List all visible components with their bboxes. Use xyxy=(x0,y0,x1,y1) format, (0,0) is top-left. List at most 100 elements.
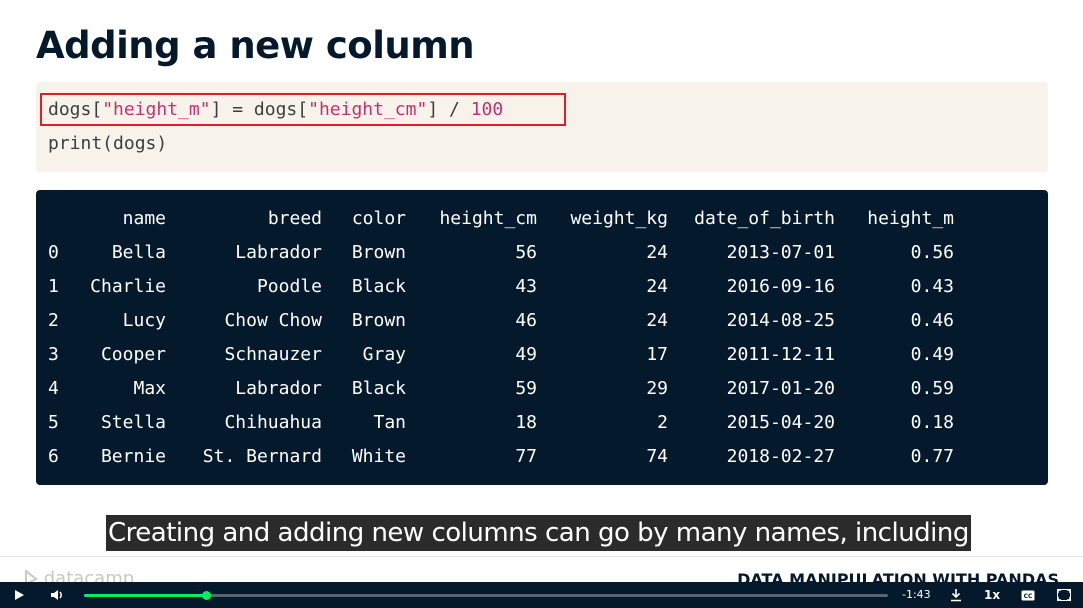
caption-subtitle: Creating and adding new columns can go b… xyxy=(106,515,971,551)
table-row: 0 Bella Labrador Brown 56 24 2013-07-01 … xyxy=(36,236,1048,270)
table-row: 5 Stella Chihuahua Tan 18 2 2015-04-20 0… xyxy=(36,406,1048,440)
cell-color: Tan xyxy=(373,412,406,433)
cell-height-m: 0.59 xyxy=(910,378,954,399)
cell-color: Black xyxy=(351,276,406,297)
cell-height-m: 0.43 xyxy=(910,276,954,297)
code-token: ] / xyxy=(427,99,471,120)
footer-divider xyxy=(0,556,1083,557)
cell-height-cm: 18 xyxy=(515,412,537,433)
code-line-1: dogs["height_m"] = dogs["height_cm"] / 1… xyxy=(48,98,503,122)
code-token: ] = dogs[ xyxy=(210,99,309,120)
cell-breed: Chihuahua xyxy=(224,412,322,433)
cell-weight-kg: 24 xyxy=(646,276,668,297)
cell-breed: St. Bernard xyxy=(202,446,322,467)
download-button[interactable] xyxy=(946,582,966,608)
cell-date-of-birth: 2016-09-16 xyxy=(726,276,835,297)
table-row: 4 Max Labrador Black 59 29 2017-01-20 0.… xyxy=(36,372,1048,406)
cell-color: Brown xyxy=(351,310,406,331)
cell-height-cm: 59 xyxy=(515,378,537,399)
cell-weight-kg: 24 xyxy=(646,242,668,263)
cell-color: White xyxy=(351,446,406,467)
cell-date-of-birth: 2015-04-20 xyxy=(726,412,835,433)
cell-index: 3 xyxy=(48,344,59,365)
cell-height-cm: 77 xyxy=(515,446,537,467)
cell-name: Bernie xyxy=(100,446,166,467)
progress-bar[interactable] xyxy=(84,591,888,600)
progress-handle[interactable] xyxy=(202,591,212,600)
cell-weight-kg: 2 xyxy=(657,412,668,433)
slide-title: Adding a new column xyxy=(36,24,475,67)
output-header-row: name breed color height_cm weight_kg dat… xyxy=(36,202,1048,236)
table-row: 1 Charlie Poodle Black 43 24 2016-09-16 … xyxy=(36,270,1048,304)
cell-index: 2 xyxy=(48,310,59,331)
play-button[interactable] xyxy=(8,582,30,608)
cell-date-of-birth: 2018-02-27 xyxy=(726,446,835,467)
code-token: dogs[ xyxy=(48,99,103,120)
cell-index: 4 xyxy=(48,378,59,399)
header-height-m: height_m xyxy=(867,208,954,229)
cell-name: Max xyxy=(133,378,166,399)
table-row: 3 Cooper Schnauzer Gray 49 17 2011-12-11… xyxy=(36,338,1048,372)
video-player-bar: -1:43 1x CC xyxy=(0,582,1083,608)
cell-color: Black xyxy=(351,378,406,399)
code-block: dogs["height_m"] = dogs["height_cm"] / 1… xyxy=(36,82,1048,172)
cell-date-of-birth: 2013-07-01 xyxy=(726,242,835,263)
cell-height-cm: 56 xyxy=(515,242,537,263)
play-icon xyxy=(15,590,24,600)
cell-breed: Chow Chow xyxy=(224,310,322,331)
cell-index: 0 xyxy=(48,242,59,263)
header-height-cm: height_cm xyxy=(439,208,537,229)
code-string: "height_cm" xyxy=(308,99,428,120)
captions-icon: CC xyxy=(1021,590,1035,600)
volume-button[interactable] xyxy=(46,582,68,608)
header-name: name xyxy=(122,208,166,229)
header-color: color xyxy=(351,208,406,229)
cell-name: Lucy xyxy=(122,310,166,331)
cell-name: Cooper xyxy=(100,344,166,365)
cell-name: Charlie xyxy=(90,276,166,297)
cell-height-m: 0.56 xyxy=(910,242,954,263)
cell-height-m: 0.46 xyxy=(910,310,954,331)
cell-height-cm: 46 xyxy=(515,310,537,331)
cell-weight-kg: 24 xyxy=(646,310,668,331)
code-number: 100 xyxy=(470,99,504,120)
svg-text:CC: CC xyxy=(1024,593,1033,600)
cell-weight-kg: 17 xyxy=(646,344,668,365)
cell-name: Stella xyxy=(100,412,166,433)
slide: Adding a new column dogs["height_m"] = d… xyxy=(0,0,1083,608)
cell-date-of-birth: 2014-08-25 xyxy=(726,310,835,331)
output-block: name breed color height_cm weight_kg dat… xyxy=(36,190,1048,485)
cell-height-m: 0.77 xyxy=(910,446,954,467)
playback-speed-button[interactable]: 1x xyxy=(984,582,1000,608)
cell-color: Gray xyxy=(362,344,406,365)
header-breed: breed xyxy=(267,208,322,229)
cell-breed: Schnauzer xyxy=(224,344,322,365)
progress-fill xyxy=(84,594,207,597)
cell-weight-kg: 29 xyxy=(646,378,668,399)
cell-breed: Labrador xyxy=(235,378,322,399)
cell-height-m: 0.18 xyxy=(910,412,954,433)
table-row: 6 Bernie St. Bernard White 77 74 2018-02… xyxy=(36,440,1048,474)
cell-weight-kg: 74 xyxy=(646,446,668,467)
cell-height-cm: 43 xyxy=(515,276,537,297)
cell-breed: Poodle xyxy=(256,276,322,297)
table-row: 2 Lucy Chow Chow Brown 46 24 2014-08-25 … xyxy=(36,304,1048,338)
captions-button[interactable]: CC xyxy=(1018,582,1038,608)
time-remaining: -1:43 xyxy=(902,588,931,601)
cell-index: 5 xyxy=(48,412,59,433)
fullscreen-button[interactable] xyxy=(1054,582,1074,608)
header-weight-kg: weight_kg xyxy=(570,208,668,229)
cell-breed: Labrador xyxy=(235,242,322,263)
volume-icon xyxy=(51,590,62,600)
cell-height-cm: 49 xyxy=(515,344,537,365)
fullscreen-icon xyxy=(1057,589,1071,601)
cell-date-of-birth: 2011-12-11 xyxy=(726,344,835,365)
cell-name: Bella xyxy=(111,242,166,263)
cell-date-of-birth: 2017-01-20 xyxy=(726,378,835,399)
cell-index: 1 xyxy=(48,276,59,297)
header-date-of-birth: date_of_birth xyxy=(694,208,835,229)
code-line-2: print(dogs) xyxy=(48,133,168,154)
download-icon xyxy=(951,589,961,602)
cell-height-m: 0.49 xyxy=(910,344,954,365)
cell-color: Brown xyxy=(351,242,406,263)
